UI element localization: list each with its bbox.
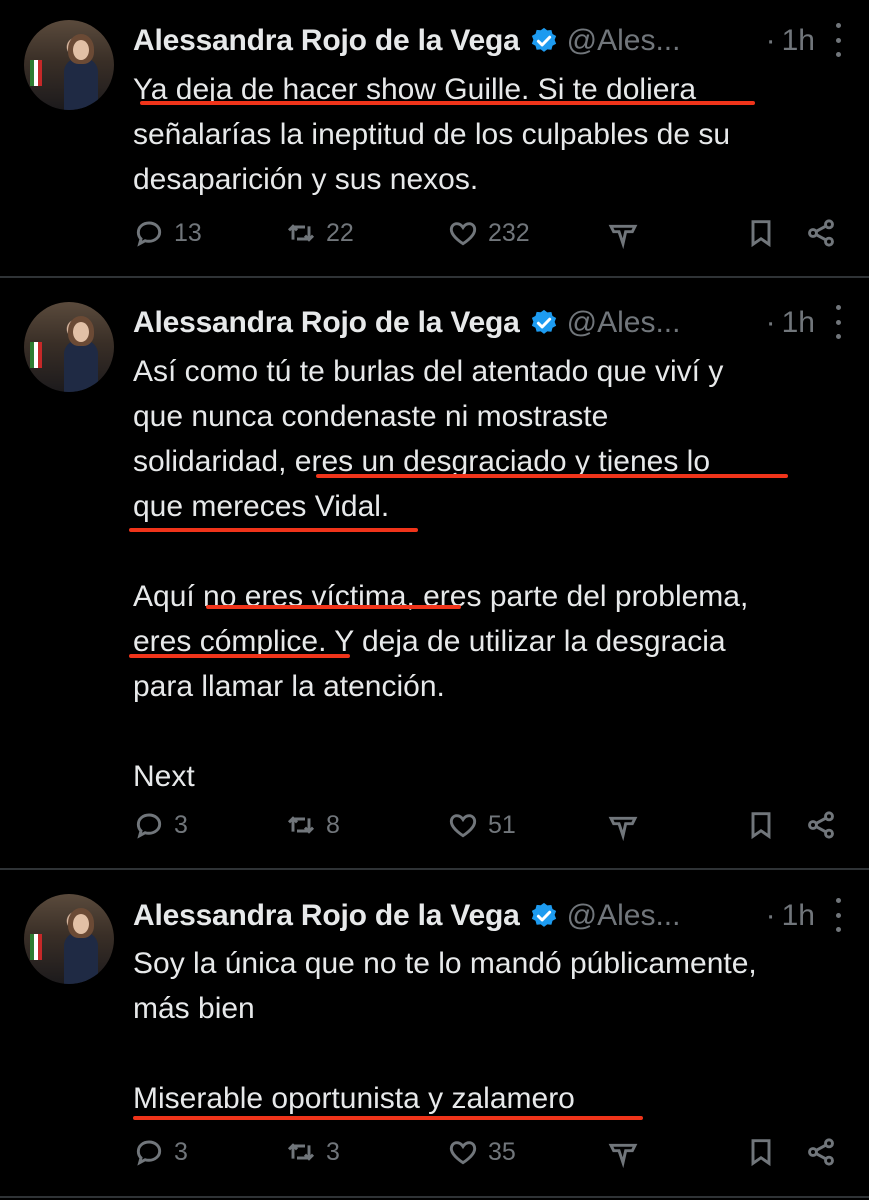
like-button[interactable]: 51 (447, 809, 516, 841)
reply-button[interactable]: 3 (133, 809, 188, 841)
text-line: Ya deja de hacer show Guille. Si te doli… (133, 73, 697, 106)
like-count: 35 (488, 1137, 516, 1166)
share-button[interactable] (805, 1136, 837, 1168)
separator-dot: · (765, 24, 776, 57)
verified-badge-icon (531, 27, 556, 52)
like-count: 51 (488, 810, 516, 839)
stats-button[interactable] (607, 217, 639, 249)
reply-button[interactable]: 3 (133, 1136, 188, 1168)
reply-count: 13 (174, 218, 202, 247)
avatar[interactable] (24, 20, 114, 110)
text-line: Aquí no eres víctima, eres parte del pro… (133, 580, 749, 613)
text-line: señalarías la ineptitud de los culpables… (133, 118, 731, 151)
text-line: desaparición y sus nexos. (133, 163, 479, 196)
avatar[interactable] (24, 894, 114, 984)
like-icon (449, 222, 477, 246)
share-button[interactable] (805, 217, 837, 249)
verified-badge-icon (531, 309, 556, 334)
text-line: para llamar la atención. (133, 670, 445, 703)
share-button[interactable] (805, 809, 837, 841)
action-bar: 13 22 232 (133, 217, 843, 257)
action-bar: 3 8 51 (133, 809, 843, 849)
like-icon (449, 814, 477, 838)
text-line: que nunca condenaste ni mostraste (133, 400, 609, 433)
like-count: 232 (488, 218, 530, 247)
tweet-text: Así como tú te burlas del atentado que v… (133, 349, 843, 799)
tweet-text: Ya deja de hacer show Guille. Si te doli… (133, 67, 843, 202)
bookmark-icon (751, 1139, 771, 1167)
like-icon (449, 1141, 477, 1165)
stats-button[interactable] (607, 809, 639, 841)
timestamp[interactable]: 1h (782, 306, 815, 340)
repost-icon (287, 816, 315, 834)
like-button[interactable]: 232 (447, 217, 530, 249)
reply-count: 3 (174, 1137, 188, 1166)
repost-button[interactable]: 8 (285, 809, 340, 841)
text-line (133, 709, 843, 754)
repost-count: 3 (326, 1137, 340, 1166)
reply-count: 3 (174, 810, 188, 839)
text-line: más bien (133, 992, 255, 1025)
like-button[interactable]: 35 (447, 1136, 516, 1168)
highlight-underline (316, 474, 788, 478)
highlight-underline (140, 101, 755, 105)
more-icon[interactable] (833, 305, 843, 339)
timestamp[interactable]: 1h (782, 24, 815, 58)
stats-icon (608, 224, 638, 249)
reply-icon (136, 813, 162, 839)
author-name[interactable]: Alessandra Rojo de la Vega (133, 306, 520, 340)
text-line: Miserable oportunista y zalamero (133, 1082, 575, 1115)
action-bar: 3 3 35 (133, 1136, 843, 1176)
tweet-text: Soy la única que no te lo mandó públicam… (133, 941, 843, 1121)
reply-icon (136, 221, 162, 247)
separator-dot: · (765, 899, 776, 932)
repost-count: 22 (326, 218, 354, 247)
text-line: Soy la única que no te lo mandó públicam… (133, 947, 757, 980)
highlight-underline (129, 528, 418, 532)
bookmark-button[interactable] (745, 217, 777, 249)
repost-button[interactable]: 3 (285, 1136, 340, 1168)
more-icon[interactable] (833, 898, 843, 932)
author-handle[interactable]: @Ales... (567, 306, 681, 340)
author-name[interactable]: Alessandra Rojo de la Vega (133, 899, 520, 933)
repost-icon (287, 224, 315, 242)
separator-dot: · (765, 306, 776, 339)
stats-icon (608, 1143, 638, 1168)
author-handle[interactable]: @Ales... (567, 24, 681, 58)
tweet[interactable]: Alessandra Rojo de la Vega @Ales... · 1h… (0, 278, 869, 868)
highlight-underline (133, 1116, 643, 1120)
text-line: Así como tú te burlas del atentado que v… (133, 355, 724, 388)
reply-button[interactable]: 13 (133, 217, 202, 249)
tweet[interactable]: Alessandra Rojo de la Vega @Ales... · 1h… (0, 0, 869, 276)
text-line (133, 1031, 843, 1076)
tweet[interactable]: Alessandra Rojo de la Vega @Ales... · 1h… (0, 870, 869, 1200)
highlight-underline (129, 654, 350, 658)
bookmark-icon (751, 812, 771, 840)
more-icon[interactable] (833, 23, 843, 57)
share-icon (808, 219, 834, 247)
bookmark-icon (751, 220, 771, 248)
stats-icon (608, 816, 638, 841)
bookmark-button[interactable] (745, 1136, 777, 1168)
repost-count: 8 (326, 810, 340, 839)
reply-icon (136, 1140, 162, 1166)
share-icon (808, 811, 834, 839)
author-name[interactable]: Alessandra Rojo de la Vega (133, 24, 520, 58)
verified-badge-icon (531, 902, 556, 927)
repost-icon (287, 1143, 315, 1161)
text-line (133, 529, 843, 574)
bookmark-button[interactable] (745, 809, 777, 841)
author-handle[interactable]: @Ales... (567, 899, 681, 933)
share-icon (808, 1138, 834, 1166)
stats-button[interactable] (607, 1136, 639, 1168)
repost-button[interactable]: 22 (285, 217, 354, 249)
avatar[interactable] (24, 302, 114, 392)
highlight-underline (206, 605, 461, 609)
text-line: Next (133, 760, 195, 793)
text-line: que mereces Vidal. (133, 490, 390, 523)
timestamp[interactable]: 1h (782, 899, 815, 933)
divider (0, 1196, 869, 1198)
